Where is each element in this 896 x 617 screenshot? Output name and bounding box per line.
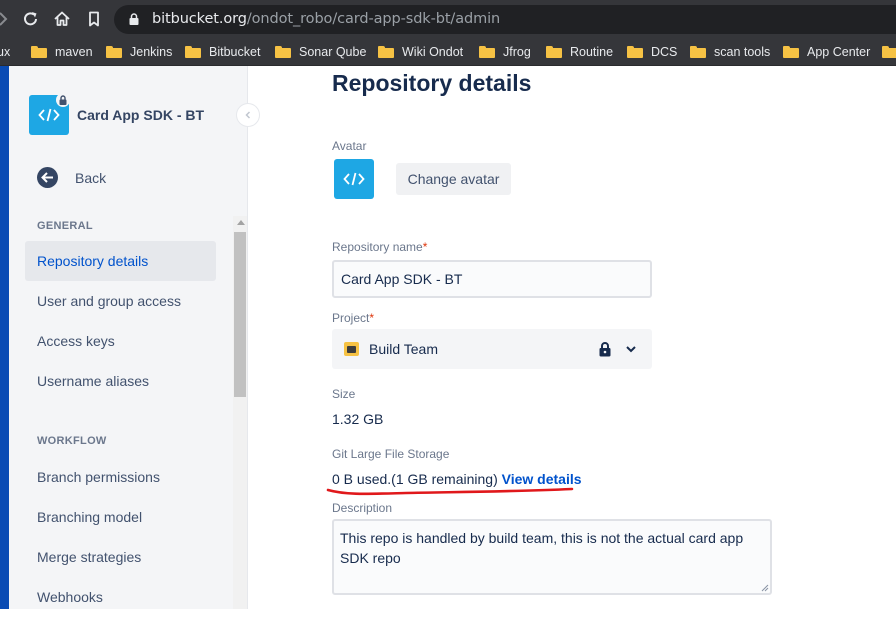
bookmark-app-center[interactable]: App Center: [783, 44, 870, 60]
back-label: Back: [75, 169, 107, 186]
bookmark-folder-overflow[interactable]: [882, 44, 896, 60]
project-select[interactable]: Build Team: [332, 329, 652, 369]
global-nav-strip: [0, 66, 9, 609]
bookmark-label: Jfrog: [503, 45, 531, 59]
folder-icon: [690, 46, 706, 58]
bookmark-label: Sonar Qube: [299, 45, 367, 59]
sidebar-item-username-aliases[interactable]: Username aliases: [25, 361, 216, 401]
bookmark-label: Wiki Ondot: [402, 45, 464, 59]
repo-title[interactable]: Card App SDK - BT: [77, 107, 204, 123]
repo-settings-sidebar: Card App SDK - BT Back GENERAL Repositor…: [9, 66, 248, 609]
lfs-label: Git Large File Storage: [332, 447, 450, 461]
project-label: Project*: [332, 311, 374, 325]
folder-icon: [882, 46, 896, 58]
bookmark-ux[interactable]: ux: [0, 44, 10, 60]
bookmark-scan-tools[interactable]: scan tools: [690, 44, 770, 60]
folder-icon: [783, 46, 799, 58]
bookmark-label: Bitbucket: [209, 45, 261, 59]
bookmark-dcs[interactable]: DCS: [627, 44, 677, 60]
browser-address-bar: bitbucket.org/ondot_robo/card-app-sdk-bt…: [0, 0, 896, 38]
bookmark-jfrog[interactable]: Jfrog: [479, 44, 531, 60]
description-text: This repo is handled by build team, this…: [340, 530, 744, 566]
sidebar-item-merge-strategies[interactable]: Merge strategies: [25, 537, 216, 577]
bookmark-label: ux: [0, 45, 11, 59]
bookmark-label: App Center: [807, 45, 871, 59]
bookmark-jenkins[interactable]: Jenkins: [106, 44, 172, 60]
sidebar-item-repository-details[interactable]: Repository details: [25, 241, 216, 281]
repository-name-label: Repository name*: [332, 240, 427, 254]
description-label: Description: [332, 501, 393, 515]
description-textarea[interactable]: This repo is handled by build team, this…: [332, 519, 772, 595]
folder-icon: [627, 46, 643, 58]
bookmark-routine[interactable]: Routine: [546, 44, 613, 60]
folder-icon: [479, 46, 495, 58]
size-label: Size: [332, 387, 356, 401]
chevron-down-icon: [626, 346, 636, 353]
back-link[interactable]: Back: [37, 167, 106, 188]
padlock-icon: [129, 13, 139, 25]
resize-grip-icon[interactable]: [760, 583, 769, 592]
url-host: bitbucket.org: [152, 11, 247, 27]
sidebar-scroll-thumb[interactable]: [234, 232, 246, 397]
workflow-heading: WORKFLOW: [37, 435, 107, 447]
folder-icon: [106, 46, 122, 58]
bookmark-label: maven: [55, 45, 93, 59]
lock-icon: [599, 342, 611, 357]
bookmark-icon[interactable]: [84, 9, 104, 29]
url-text: bitbucket.org/ondot_robo/card-app-sdk-bt…: [152, 11, 500, 27]
bookmark-label: DCS: [651, 45, 678, 59]
home-icon[interactable]: [52, 9, 72, 29]
repository-name-label-text: Repository name: [332, 240, 423, 254]
forward-icon[interactable]: [0, 9, 14, 29]
change-avatar-button[interactable]: Change avatar: [396, 163, 511, 195]
red-annotation-underline: [326, 487, 574, 496]
avatar-label: Avatar: [332, 139, 367, 153]
bookmark-wiki-ondot[interactable]: Wiki Ondot: [378, 44, 463, 60]
required-marker: *: [369, 311, 375, 325]
folder-icon: [378, 46, 394, 58]
general-heading: GENERAL: [37, 220, 93, 232]
folder-icon: [546, 46, 562, 58]
repo-avatar-large: [334, 159, 374, 199]
project-value: Build Team: [369, 341, 439, 357]
bookmark-label: scan tools: [714, 45, 771, 59]
project-label-text: Project: [332, 311, 370, 325]
code-icon: [343, 172, 365, 186]
reload-icon[interactable]: [21, 9, 41, 29]
page-title: Repository details: [332, 70, 532, 96]
bookmark-bitbucket[interactable]: Bitbucket: [185, 44, 260, 60]
folder-icon: [275, 46, 291, 58]
size-value: 1.32 GB: [332, 411, 384, 427]
bookmark-label: Jenkins: [130, 45, 173, 59]
private-lock-icon: [56, 93, 70, 107]
folder-icon: [185, 46, 201, 58]
bookmark-label: Routine: [570, 45, 614, 59]
bookmarks-bar: ux maven Jenkins Bitbucket Sonar Qube Wi…: [0, 38, 896, 66]
sidebar-item-branch-permissions[interactable]: Branch permissions: [25, 457, 216, 497]
repository-name-input[interactable]: Card App SDK - BT: [332, 260, 652, 298]
url-field[interactable]: bitbucket.org/ondot_robo/card-app-sdk-bt…: [114, 5, 896, 34]
url-path: /ondot_robo/card-app-sdk-bt/admin: [246, 11, 501, 27]
chevron-left-icon: [245, 111, 251, 119]
sidebar-item-webhooks[interactable]: Webhooks: [25, 577, 216, 617]
sidebar-item-access-keys[interactable]: Access keys: [25, 321, 216, 361]
collapse-sidebar-button[interactable]: [237, 104, 259, 126]
scroll-up-arrow-icon[interactable]: [237, 220, 245, 225]
required-marker: *: [422, 240, 428, 254]
code-icon: [38, 108, 60, 122]
bookmark-maven[interactable]: maven: [31, 44, 93, 60]
bookmark-sonar-qube[interactable]: Sonar Qube: [275, 44, 366, 60]
arrow-left-icon: [37, 167, 58, 188]
sidebar-item-user-and-group-access[interactable]: User and group access: [25, 281, 216, 321]
folder-icon: [31, 46, 47, 58]
sidebar-item-branching-model[interactable]: Branching model: [25, 497, 216, 537]
project-icon: [344, 342, 359, 356]
